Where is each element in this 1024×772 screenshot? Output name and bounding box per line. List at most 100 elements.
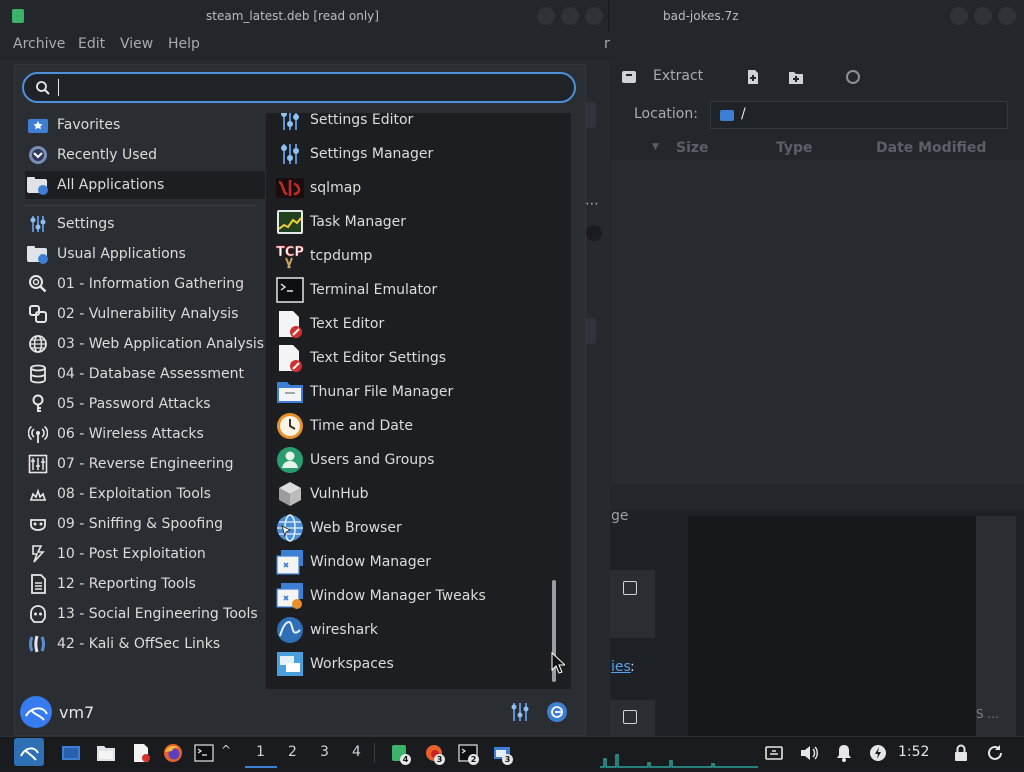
doc-sidebar (976, 516, 1016, 736)
app-thunar-file-manager[interactable]: Thunar File Manager (276, 377, 453, 407)
app-task-manager[interactable]: Task Manager (276, 207, 406, 237)
minimize-button[interactable] (950, 7, 968, 25)
category-reporting-tools[interactable]: 12 - Reporting Tools (25, 570, 255, 598)
application-list[interactable]: Settings Editor Settings Manager sqlmap … (266, 113, 571, 689)
app-web-browser[interactable]: Web Browser (276, 513, 402, 543)
firefox-icon[interactable] (163, 743, 183, 763)
close-button[interactable] (998, 7, 1016, 25)
category-web-application-analysis[interactable]: 03 - Web Application Analysis (25, 330, 264, 358)
app-text-editor[interactable]: Text Editor (276, 309, 384, 339)
show-desktop-icon[interactable] (61, 743, 81, 763)
file-manager-icon[interactable] (96, 743, 116, 763)
menu-help[interactable]: Help (168, 36, 200, 52)
whisker-menu-button[interactable] (14, 738, 44, 766)
category-social-engineering-tools[interactable]: 13 - Social Engineering Tools (25, 600, 258, 628)
app-users-and-groups[interactable]: Users and Groups (276, 445, 434, 475)
minimize-button[interactable] (537, 7, 555, 25)
app-settings-editor[interactable]: Settings Editor (276, 113, 413, 135)
category-label: 07 - Reverse Engineering (57, 456, 234, 472)
extract-icon[interactable] (621, 69, 637, 85)
category-usual-applications[interactable]: Usual Applications (25, 240, 255, 268)
app-vulnhub[interactable]: VulnHub (276, 479, 369, 509)
add-folder-icon[interactable] (788, 69, 804, 85)
category-database-assessment[interactable]: 04 - Database Assessment (25, 360, 255, 388)
workspace-3[interactable]: 3 (320, 744, 329, 760)
refresh-icon[interactable] (985, 743, 1005, 763)
close-button[interactable] (585, 7, 603, 25)
app-window-manager[interactable]: Window Manager (276, 547, 431, 577)
lock-screen-icon[interactable] (951, 743, 971, 763)
column-size[interactable]: Size (676, 140, 709, 156)
category-label: Recently Used (57, 147, 158, 163)
network-icon[interactable] (764, 743, 784, 763)
search-box[interactable] (22, 72, 576, 103)
avatar[interactable] (20, 696, 52, 728)
power-manager-icon[interactable] (868, 743, 888, 763)
chevron-up-icon[interactable]: ^ (221, 743, 231, 757)
file-list[interactable] (611, 160, 1024, 485)
copy-icon[interactable] (623, 581, 637, 595)
category-vulnerability-analysis[interactable]: 02 - Vulnerability Analysis (25, 300, 255, 328)
mouse-cursor (551, 651, 567, 674)
app-label: Workspaces (310, 656, 394, 672)
text-editor-icon[interactable] (131, 743, 151, 763)
app-workspaces[interactable]: Workspaces (276, 649, 394, 679)
maximize-button[interactable] (974, 7, 992, 25)
maximize-button[interactable] (561, 7, 579, 25)
category-post-exploitation[interactable]: 10 - Post Exploitation (25, 540, 255, 568)
clock[interactable]: 1:52 (898, 744, 929, 760)
menu-edit[interactable]: Edit (78, 36, 105, 52)
app-time-and-date[interactable]: Time and Date (276, 411, 413, 441)
extract-button[interactable]: Extract (653, 68, 703, 84)
category-wireless-attacks[interactable]: 06 - Wireless Attacks (25, 420, 255, 448)
vulnhub-icon (276, 480, 304, 508)
category-exploitation-tools[interactable]: 08 - Exploitation Tools (25, 480, 255, 508)
app-label: Settings Manager (310, 146, 434, 162)
archive-window-titlebar[interactable]: steam_latest.deb [read only] (0, 0, 608, 32)
category-label: Favorites (57, 117, 121, 133)
category-reverse-engineering[interactable]: 07 - Reverse Engineering (25, 450, 255, 478)
category-password-attacks[interactable]: 05 - Password Attacks (25, 390, 255, 418)
category-sniffing-spoofing[interactable]: 09 - Sniffing & Spoofing (25, 510, 255, 538)
volume-icon[interactable] (799, 743, 819, 763)
archive-radio[interactable] (586, 225, 602, 241)
menu-view[interactable]: View (120, 36, 153, 52)
bad-jokes-titlebar[interactable]: bad-jokes.7z (610, 0, 1024, 32)
menu-archive[interactable]: Archive (13, 36, 65, 52)
app-text-editor-settings[interactable]: Text Editor Settings (276, 343, 446, 373)
category-settings[interactable]: Settings (25, 210, 255, 238)
app-sqlmap[interactable]: sqlmap (276, 173, 361, 203)
app-tcpdump[interactable]: TCP tcpdump (276, 241, 372, 271)
category-all-applications[interactable]: All Applications (25, 171, 265, 199)
panel-separator (374, 743, 375, 763)
column-date-modified[interactable]: Date Modified (876, 140, 986, 156)
notifications-icon[interactable] (834, 743, 854, 763)
app-settings-manager[interactable]: Settings Manager (276, 139, 433, 169)
window-manager-icon (276, 548, 304, 576)
workspace-1[interactable]: 1 (256, 744, 265, 760)
category-kali-offsec-links[interactable]: 42 - Kali & OffSec Links (25, 630, 255, 658)
log-out-button[interactable] (546, 701, 568, 723)
app-terminal-emulator[interactable]: Terminal Emulator (276, 275, 437, 305)
workspace-4[interactable]: 4 (352, 744, 361, 760)
copy-icon[interactable] (623, 710, 637, 724)
settings-manager-button[interactable] (509, 701, 531, 723)
text-editor-settings-icon (276, 344, 304, 372)
search-icon (36, 81, 50, 95)
text-cursor (58, 79, 59, 96)
search-input[interactable] (60, 77, 560, 97)
app-window-manager-tweaks[interactable]: Window Manager Tweaks (276, 581, 486, 611)
column-type[interactable]: Type (776, 140, 813, 156)
app-wireshark[interactable]: wireshark (276, 615, 378, 645)
workspace-2[interactable]: 2 (288, 744, 297, 760)
stop-icon[interactable] (846, 70, 860, 84)
category-information-gathering[interactable]: 01 - Information Gathering (25, 270, 255, 298)
add-file-icon[interactable] (745, 69, 761, 85)
location-field[interactable]: / (710, 101, 1008, 129)
terminal-icon[interactable] (194, 743, 214, 763)
category-favorites[interactable]: Favorites (25, 111, 255, 139)
doc-link[interactable]: ies (611, 659, 631, 675)
doc-pane (688, 516, 976, 736)
category-recently-used[interactable]: Recently Used (25, 141, 255, 169)
overflow-dots[interactable]: ⋯ (585, 196, 599, 212)
